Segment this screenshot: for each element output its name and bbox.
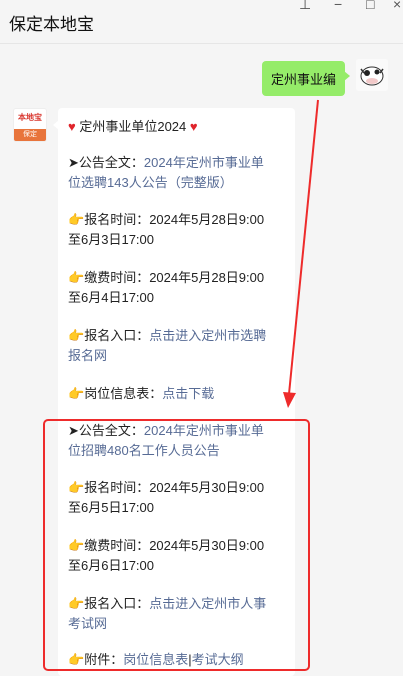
pointing-hand-icon: 👉 bbox=[68, 270, 85, 285]
pointing-hand-icon: 👉 bbox=[68, 328, 85, 343]
notice-line-1: ➤公告全文：2024年定州市事业单 bbox=[68, 155, 264, 170]
sender-avatar[interactable]: 本地宝 保定 bbox=[13, 108, 47, 142]
pay-time: 👉缴费时间：2024年5月28日9:00 bbox=[68, 270, 265, 285]
pointing-hand-icon: 👉 bbox=[68, 386, 85, 401]
chat-title: 保定本地宝 bbox=[9, 15, 94, 34]
entry-line: 👉报名入口：点击进入定州市选聘 bbox=[68, 328, 267, 343]
heart-icon: ♥ bbox=[68, 119, 76, 134]
highlight-box bbox=[43, 419, 310, 671]
download-link[interactable]: 点击下载 bbox=[162, 386, 214, 401]
cow-avatar-icon bbox=[356, 59, 388, 91]
outgoing-message[interactable]: 定州事业编 bbox=[261, 61, 351, 96]
table-line: 👉岗位信息表：点击下载 bbox=[68, 386, 215, 401]
pay-time-end: 至6月4日17:00 bbox=[68, 290, 154, 305]
maximize-icon[interactable]: □ bbox=[366, 0, 374, 12]
pointing-hand-icon: 👉 bbox=[68, 212, 85, 227]
title-bar: 保定本地宝 ⊥ − □ × bbox=[0, 0, 403, 44]
reg-time-end: 至6月3日17:00 bbox=[68, 232, 154, 247]
minimize-icon[interactable]: − bbox=[334, 0, 342, 12]
my-avatar[interactable] bbox=[356, 59, 388, 91]
reg-time: 👉报名时间：2024年5月28日9:00 bbox=[68, 212, 265, 227]
notice-link[interactable]: 2024年定州市事业单 bbox=[144, 155, 264, 170]
close-icon[interactable]: × bbox=[393, 0, 401, 12]
pin-icon[interactable]: ⊥ bbox=[299, 0, 311, 13]
avatar-logo-text: 本地宝 bbox=[18, 113, 42, 122]
message-header: ♥ 定州事业单位2024 ♥ bbox=[68, 119, 198, 134]
entry-link-cont[interactable]: 报名网 bbox=[68, 348, 107, 363]
heart-icon: ♥ bbox=[189, 119, 198, 134]
entry-link[interactable]: 点击进入定州市选聘 bbox=[149, 328, 266, 343]
avatar-city-label: 保定 bbox=[14, 129, 46, 141]
notice-link-cont[interactable]: 位选聘143人公告（完整版） bbox=[68, 175, 233, 190]
